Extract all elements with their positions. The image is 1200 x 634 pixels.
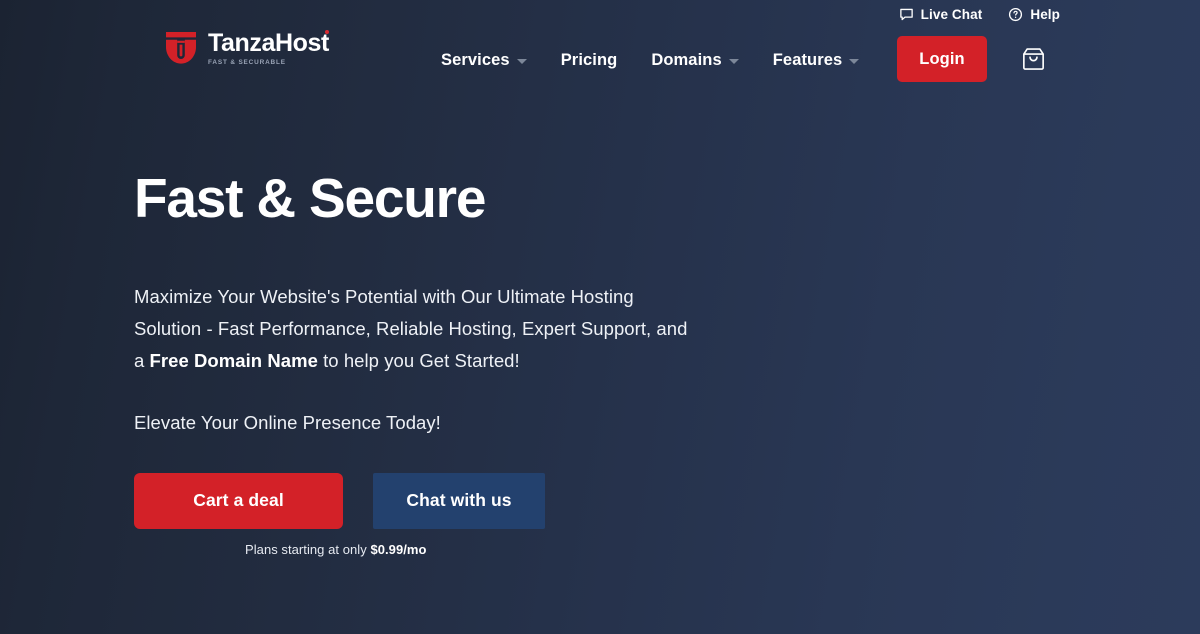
main-header: TanzaHost FAST & SECURABLE Services Pric… [0, 29, 1200, 91]
nav-label-services: Services [441, 50, 510, 69]
shopping-bag-icon [1020, 45, 1047, 77]
brand-logo[interactable]: TanzaHost FAST & SECURABLE [164, 30, 329, 66]
chevron-down-icon [728, 59, 739, 64]
price-note: Plans starting at only $0.99/mo [245, 542, 754, 557]
nav-label-features: Features [772, 50, 843, 69]
hero-description-highlight: Free Domain Name [149, 349, 318, 371]
help-link[interactable]: Help [1008, 7, 1060, 22]
hero-title: Fast & Secure [134, 167, 486, 229]
cta-button-row: Cart a deal Chat with us [134, 472, 754, 529]
nav-item-features[interactable]: Features [756, 51, 877, 70]
utility-bar: Live Chat Help [899, 0, 1200, 29]
nav-item-pricing[interactable]: Pricing [544, 51, 635, 70]
chevron-down-icon [849, 59, 860, 64]
shield-t-logo-icon [164, 30, 198, 66]
price-note-prefix: Plans starting at only [245, 541, 371, 557]
hero-subtitle: Elevate Your Online Presence Today! [134, 411, 441, 433]
cart-button[interactable] [1019, 47, 1047, 75]
primary-navigation: Services Pricing Domains Features [424, 29, 876, 91]
brand-name: TanzaHost [208, 29, 329, 57]
hero-description: Maximize Your Website's Potential with O… [134, 281, 694, 377]
nav-label-domains: Domains [651, 50, 722, 69]
hero-section: Fast & Secure Maximize Your Website's Po… [134, 167, 754, 557]
live-chat-link[interactable]: Live Chat [899, 7, 983, 22]
chevron-down-icon [516, 59, 527, 64]
hero-description-part2: to help you Get Started! [317, 349, 520, 371]
chat-with-us-button[interactable]: Chat with us [373, 472, 545, 529]
brand-text-block: TanzaHost FAST & SECURABLE [208, 30, 329, 66]
cart-a-deal-button[interactable]: Cart a deal [134, 472, 343, 529]
question-circle-icon [1008, 7, 1023, 22]
brand-tagline: FAST & SECURABLE [208, 59, 286, 66]
help-label: Help [1030, 6, 1060, 22]
live-chat-label: Live Chat [920, 6, 983, 22]
chat-bubble-icon [899, 7, 914, 22]
nav-label-pricing: Pricing [560, 50, 618, 69]
nav-item-services[interactable]: Services [424, 51, 544, 70]
nav-item-domains[interactable]: Domains [634, 51, 755, 70]
login-button[interactable]: Login [897, 36, 987, 82]
price-note-value: $0.99/mo [370, 541, 427, 557]
